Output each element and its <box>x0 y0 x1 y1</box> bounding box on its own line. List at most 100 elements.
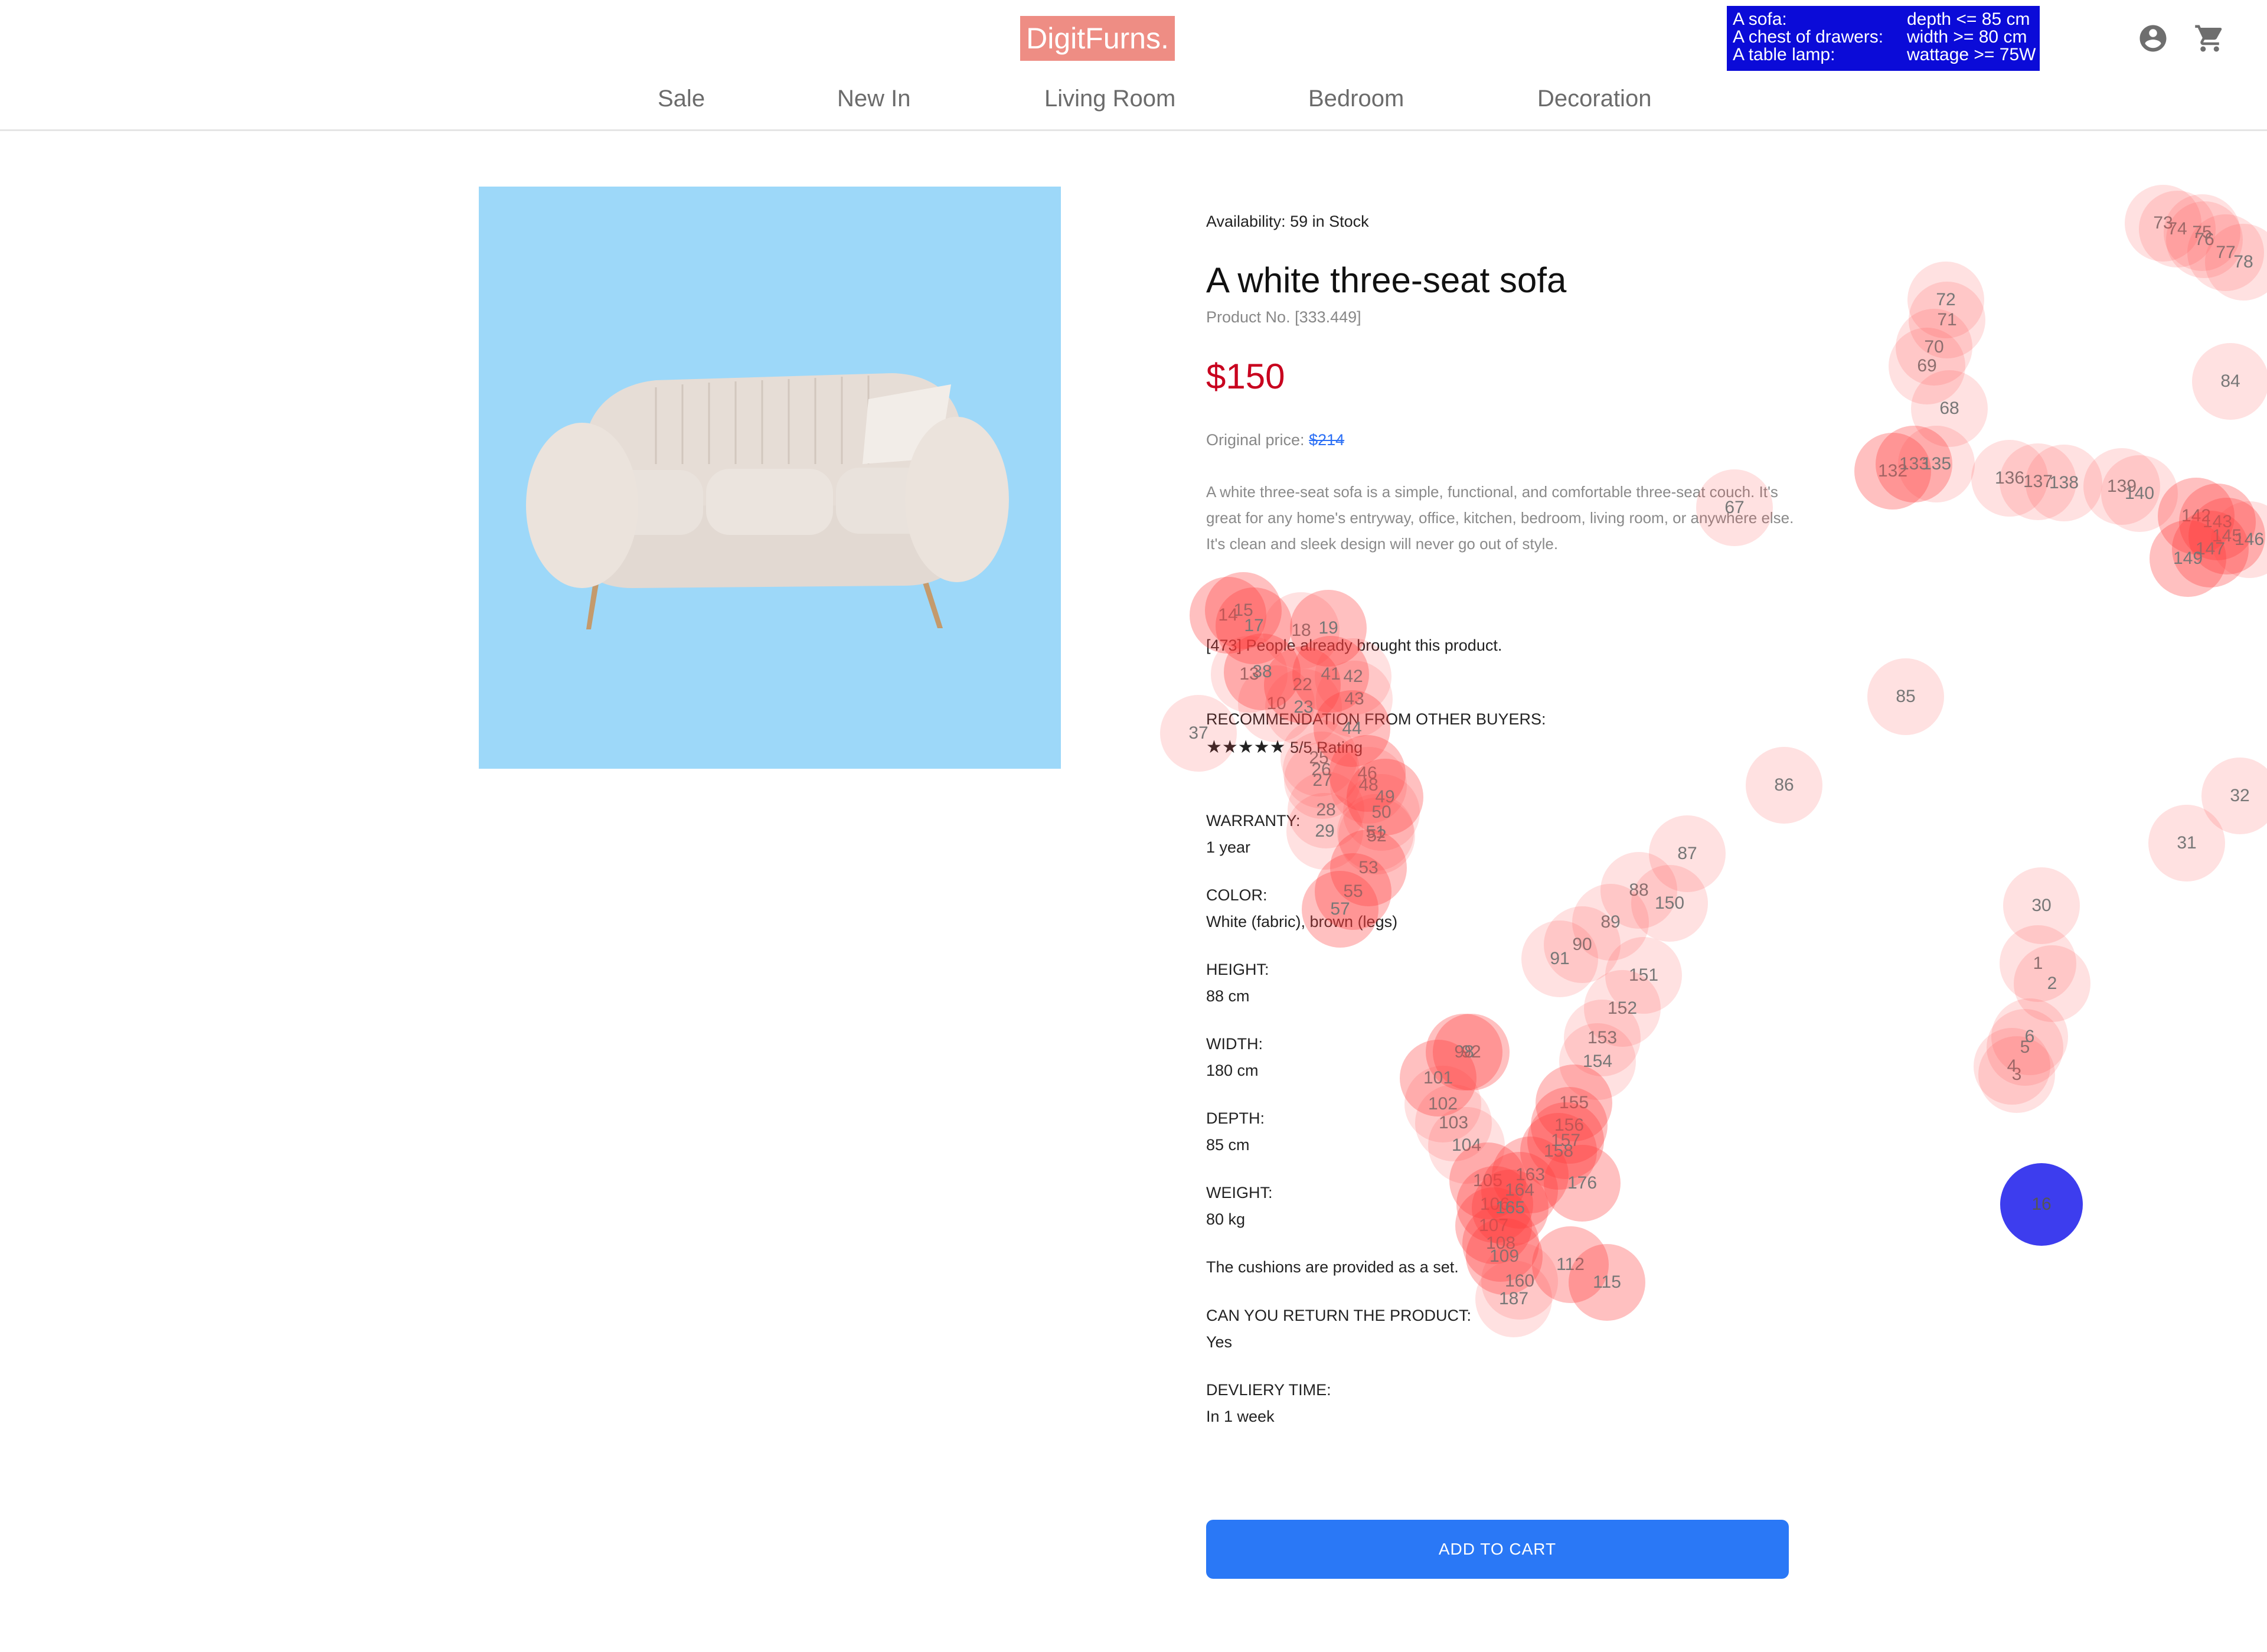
step-marker: 142 <box>2158 478 2235 554</box>
step-marker: 19 <box>1290 590 1367 667</box>
task-goal-panel: A sofa: depth <= 85 cm A chest of drawer… <box>1727 6 2040 71</box>
goal-row: A chest of drawers: width >= 80 cm <box>1733 28 2040 46</box>
step-marker: 103 <box>1415 1085 1492 1161</box>
step-marker: 18 <box>1263 592 1340 669</box>
step-marker: 147 <box>2172 511 2249 587</box>
step-marker: 92 <box>1433 1014 1510 1091</box>
bought-count: [473] People already brought this produc… <box>1206 636 1502 654</box>
step-marker: 105 <box>1449 1142 1526 1219</box>
step-marker: 23 <box>1265 669 1342 746</box>
width-label: WIDTH: <box>1206 1035 1263 1053</box>
recommendation-label: RECOMMENDATION FROM OTHER BUYERS: <box>1206 710 1546 728</box>
return-value: Yes <box>1206 1333 1233 1351</box>
step-marker: 57 <box>1302 871 1379 948</box>
step-marker: 149 <box>2150 520 2226 597</box>
depth-label: DEPTH: <box>1206 1109 1265 1127</box>
step-marker: 106 <box>1456 1166 1533 1243</box>
step-marker: 102 <box>1404 1066 1481 1142</box>
click-trail-overlay: 1 2 3 4 5 6 10 13 14 15 17 18 19 22 23 25 26 27 28 29 30 31 32… <box>0 0 2267 1652</box>
step-marker: 69 <box>1889 328 1965 404</box>
step-marker: 70 <box>1896 309 1972 386</box>
add-to-cart-button[interactable]: ADD TO CART <box>1206 1520 1789 1579</box>
original-price-value: $214 <box>1309 431 1345 449</box>
step-marker: 112 <box>1532 1226 1609 1303</box>
step-marker: 108 <box>1462 1205 1539 1282</box>
step-marker: 71 <box>1909 282 1985 358</box>
step-marker: 160 <box>1481 1243 1558 1320</box>
step-marker: 137 <box>2000 443 2076 520</box>
nav-sale[interactable]: Sale <box>658 86 705 112</box>
nav-new-in[interactable]: New In <box>837 86 911 112</box>
color-value: White (fabric), brown (legs) <box>1206 913 1398 931</box>
step-marker: 74 <box>2139 191 2216 267</box>
nav-bedroom[interactable]: Bedroom <box>1308 86 1404 112</box>
goal-constraint: depth <= 85 cm <box>1907 9 2030 29</box>
step-marker: 31 <box>2148 805 2225 881</box>
goal-item: A table lamp: <box>1733 45 1835 64</box>
rating-text: 5/5 Rating <box>1290 739 1363 756</box>
step-marker: 140 <box>2101 455 2178 532</box>
step-marker: 155 <box>1536 1065 1612 1141</box>
step-marker: 5 <box>1987 1009 2063 1086</box>
goal-constraint: width >= 80 cm <box>1907 27 2027 47</box>
step-marker: 52 <box>1338 798 1415 874</box>
height-value: 88 cm <box>1206 987 1250 1005</box>
warranty-label: WARRANTY: <box>1206 812 1301 830</box>
rating: ★★★★★ 5/5 Rating <box>1206 737 1363 758</box>
step-marker: 165 <box>1472 1170 1549 1246</box>
step-marker: 146 <box>2211 501 2267 578</box>
step-marker: 187 <box>1475 1261 1552 1337</box>
goal-row: A table lamp: wattage >= 75W <box>1733 46 2040 64</box>
step-marker: 50 <box>1343 774 1420 851</box>
account-circle-icon[interactable] <box>2137 22 2169 54</box>
step-marker: 37 <box>1160 695 1237 772</box>
goal-item: A sofa: <box>1733 9 1787 29</box>
step-marker: 154 <box>1559 1023 1636 1100</box>
step-marker: 76 <box>2166 201 2243 278</box>
step-marker: 176 <box>1544 1145 1621 1222</box>
step-marker: 136 <box>1971 440 2048 517</box>
step-marker: 115 <box>1569 1244 1645 1321</box>
original-price-label: Original price: <box>1206 431 1305 449</box>
step-marker: 84 <box>2192 343 2267 420</box>
product-price: $150 <box>1206 357 1285 396</box>
nav-decoration[interactable]: Decoration <box>1537 86 1651 112</box>
step-marker: 85 <box>1867 658 1944 735</box>
site-header: DigitFurns. A sofa: depth <= 85 cm A che… <box>0 0 2267 131</box>
site-logo[interactable]: DigitFurns. <box>1020 16 1175 61</box>
nav-living-room[interactable]: Living Room <box>1044 86 1175 112</box>
step-marker: 32 <box>2201 758 2267 834</box>
step-marker: 98 <box>1426 1014 1502 1091</box>
step-marker: 133 <box>1876 426 1952 502</box>
availability-text: Availability: 59 in Stock <box>1206 213 1369 230</box>
height-label: HEIGHT: <box>1206 961 1269 978</box>
step-marker: 3 <box>1978 1036 2055 1113</box>
step-marker: 135 <box>1898 426 1975 502</box>
step-marker: 75 <box>2164 194 2240 271</box>
step-marker: 138 <box>2026 445 2102 521</box>
weight-label: WEIGHT: <box>1206 1184 1273 1202</box>
product-number: Product No. [333.449] <box>1206 308 1361 326</box>
step-marker: 29 <box>1286 793 1363 870</box>
step-marker: 156 <box>1531 1087 1608 1164</box>
step-marker: 51 <box>1337 794 1414 871</box>
rating-stars: ★★★★★ <box>1206 737 1286 758</box>
product-title: A white three-seat sofa <box>1206 260 1567 300</box>
step-marker: 143 <box>2179 484 2256 560</box>
step-marker: 72 <box>1907 262 1984 338</box>
shopping-cart-icon[interactable] <box>2194 22 2226 54</box>
step-marker: 152 <box>1584 970 1661 1047</box>
step-marker: 28 <box>1288 772 1364 848</box>
step-marker: 104 <box>1428 1107 1505 1184</box>
step-marker: 90 <box>1544 906 1621 983</box>
step-marker: 4 <box>1974 1028 2050 1105</box>
goal-item: A chest of drawers: <box>1733 27 1884 47</box>
step-marker: 101 <box>1400 1040 1477 1116</box>
step-marker: 53 <box>1330 830 1407 906</box>
step-marker: 145 <box>2188 498 2265 574</box>
cushions-note: The cushions are provided as a set. <box>1206 1258 1459 1276</box>
step-marker: 88 <box>1600 852 1677 929</box>
width-value: 180 cm <box>1206 1062 1259 1079</box>
step-marker: 78 <box>2205 224 2267 301</box>
step-marker: 151 <box>1605 937 1682 1014</box>
